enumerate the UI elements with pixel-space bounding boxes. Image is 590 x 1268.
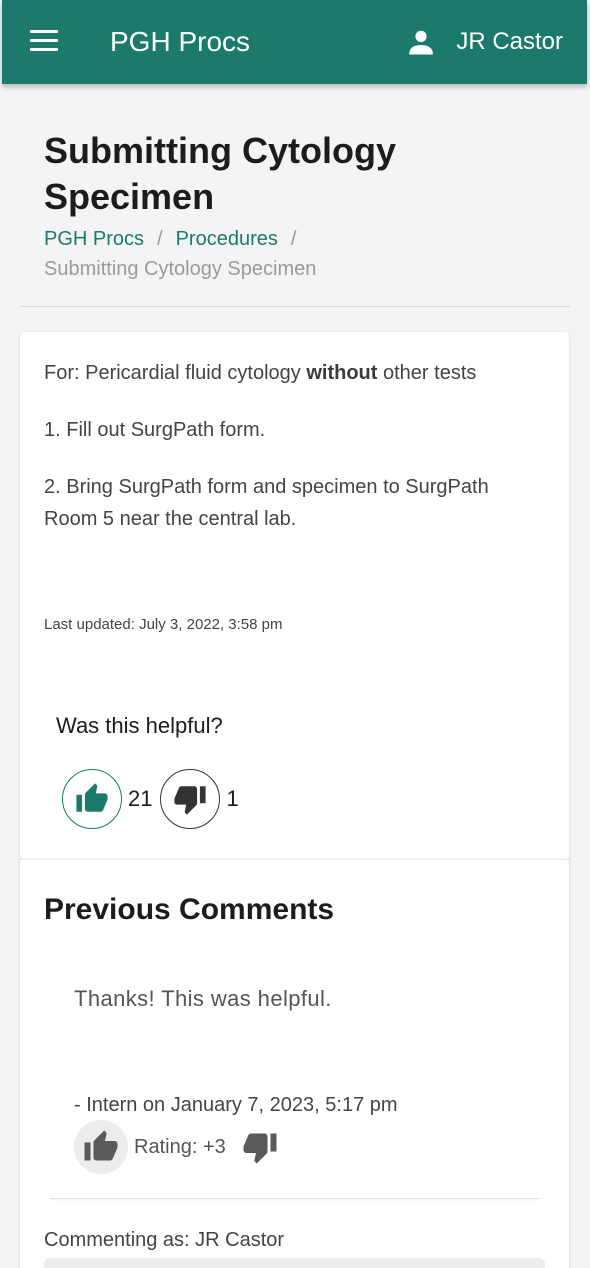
divider [50,1198,539,1199]
comment-upvote-button[interactable] [74,1120,128,1174]
thumbs-up-button[interactable] [62,769,122,829]
last-updated: Last updated: July 3, 2022, 3:58 pm [44,616,283,633]
user-menu[interactable]: JR Castor [406,24,563,60]
comment-input[interactable] [44,1258,545,1268]
breadcrumb-home-link[interactable]: PGH Procs [44,228,144,250]
app-bar: PGH Procs JR Castor [2,0,587,84]
procedure-step-2: 2. Bring SurgPath form and specimen to S… [44,476,489,530]
breadcrumb-current: Submitting Cytology Specimen [44,258,317,280]
app-title[interactable]: PGH Procs [110,24,250,60]
procedure-card: For: Pericardial fluid cytology without … [20,332,569,860]
menu-icon[interactable] [30,30,60,54]
for-bold: without [306,362,378,384]
page-title: Submitting Cytology Specimen [44,130,396,217]
comments-section: Previous Comments Thanks! This was helpf… [20,860,569,1268]
user-icon [409,30,434,55]
thumbs-up-count: 21 [128,786,153,811]
page-header: Submitting Cytology Specimen PGH Procs / P… [20,84,570,307]
breadcrumb-procedures-link[interactable]: Procedures [176,228,278,250]
procedure-for-line: For: Pericardial fluid cytology without … [44,357,539,389]
comment-downvote-button[interactable] [240,1127,280,1167]
commenting-as: Commenting as: JR Castor [44,1229,285,1251]
user-name: JR Castor [456,28,563,55]
thumbs-down-button[interactable] [160,769,221,829]
helpful-question: Was this helpful? [56,713,223,738]
vote-row: 21 1 [62,769,247,829]
thumbs-up-icon [84,1130,118,1161]
for-suffix: other tests [383,362,477,384]
comment-meta: - Intern on January 7, 2023, 5:17 pm [74,1094,398,1116]
for-prefix: For: Pericardial fluid cytology [44,362,301,384]
thumbs-up-icon [76,783,108,812]
breadcrumb-separator: / [290,228,297,250]
thumbs-down-count: 1 [226,786,239,811]
comments-title: Previous Comments [44,893,335,926]
comment-rating-row: Rating: +3 [74,1120,280,1174]
comment-rating: Rating: +3 [134,1135,226,1158]
breadcrumb-separator: / [157,228,163,250]
thumbs-down-icon [174,786,207,815]
thumbs-down-icon [243,1133,277,1164]
comment-text: Thanks! This was helpful. [74,986,332,1011]
breadcrumb: PGH Procs / Procedures / Submitting Cytolog… [44,224,464,284]
procedure-step-1: 1. Fill out SurgPath form. [44,419,266,441]
